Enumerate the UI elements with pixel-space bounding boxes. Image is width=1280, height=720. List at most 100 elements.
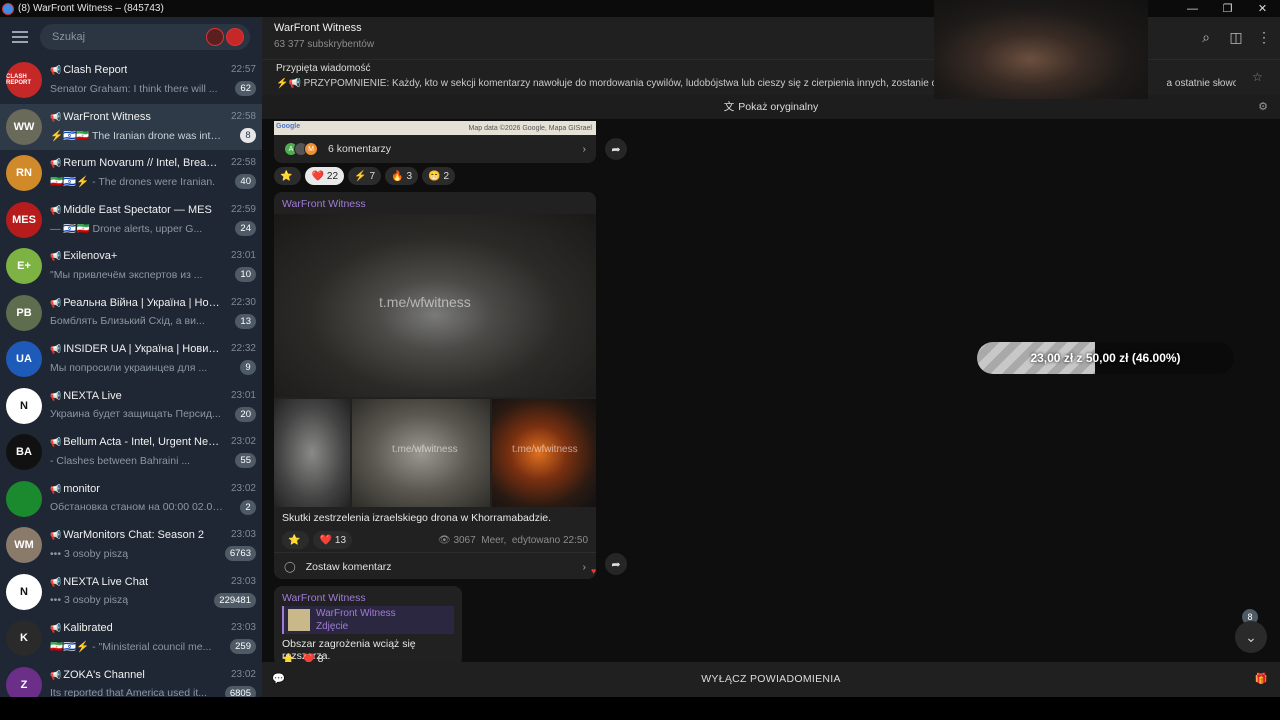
chat-avatar: Z	[6, 666, 42, 697]
search-icon[interactable]: ⌕	[1198, 29, 1214, 45]
webcam-overlay	[934, 0, 1148, 99]
leave-comment-button[interactable]: ◯ Zostaw komentarz ›	[274, 552, 596, 579]
chat-list-item[interactable]: РВ 📢 Реальна Війна | Україна | Нови... 22:3…	[0, 290, 262, 337]
comments-link[interactable]: A M 6 komentarzy ›	[274, 135, 596, 163]
share-button[interactable]: ➦	[605, 138, 627, 160]
chat-name: 📢 NEXTA Live Chat	[50, 575, 148, 588]
close-icon[interactable]: ✕	[1245, 0, 1280, 17]
translate-settings-icon[interactable]: ⚙	[1258, 95, 1268, 119]
chat-avatar: WW	[6, 108, 42, 145]
reaction-chip[interactable]: ⚡ 7	[348, 167, 382, 185]
chevron-right-icon: ›	[582, 143, 587, 155]
gift-icon[interactable]: 🎁	[1255, 662, 1268, 697]
unread-count: 20	[235, 406, 256, 422]
chat-list-item[interactable]: BA 📢 Bellum Acta - Intel, Urgent News ... 2…	[0, 429, 262, 476]
heart-icon: ♥	[591, 566, 597, 576]
more-icon[interactable]: ⋮	[1256, 29, 1272, 45]
reaction-chip[interactable]: 🔥 3	[385, 167, 419, 185]
chat-view: WarFront Witness 63 377 subskrybentów ⌕ …	[262, 0, 1280, 697]
show-original-button[interactable]: Pokaż oryginalny	[738, 101, 818, 113]
menu-icon[interactable]	[12, 31, 28, 43]
chat-name: 📢 WarFront Witness	[50, 110, 151, 123]
chat-avatar	[6, 480, 42, 517]
pin-list-icon[interactable]: ☆	[1252, 70, 1263, 84]
chat-list-item[interactable]: CLASH REPORT 📢 Clash Report 22:57 Senator Gr…	[0, 57, 262, 104]
message-bubble[interactable]: WarFront Witness t.me/wfwitness t.me/wfw…	[274, 192, 596, 579]
view-count: 3067	[453, 535, 476, 546]
chat-preview: ⚡🇮🇱🇮🇷 The Iranian drone was interc...	[50, 129, 225, 142]
chat-list-item[interactable]: E+ 📢 Exilenova+ 23:01 "Мы привлечём эксперто…	[0, 243, 262, 290]
donation-progress-bar: 23,00 zł z 50,00 zł (46.00%)	[977, 342, 1234, 374]
chat-time: 23:01	[230, 389, 256, 401]
chat-time: 22:30	[230, 296, 256, 308]
chat-list-item[interactable]: 📢 monitor 23:02 Обстановка станом на 00:00 …	[0, 476, 262, 523]
map-credit: Map data ©2026 Google, Mapa GISrael	[468, 125, 592, 132]
chat-list-item[interactable]: RN 📢 Rerum Novarum // Intel, Breakin... 22:…	[0, 150, 262, 197]
sidebar-toggle-icon[interactable]: ◫	[1228, 29, 1244, 45]
chat-list-item[interactable]: K 📢 Kalibrated 23:03 🇮🇷🇮🇱⚡ - "Ministerial co…	[0, 615, 262, 662]
taskbar-strip	[0, 697, 1280, 720]
unread-count: 40	[235, 174, 256, 190]
maximize-icon[interactable]: ❐	[1210, 0, 1245, 17]
scroll-down-button[interactable]: ⌄	[1235, 621, 1267, 653]
thumbnail-photo[interactable]	[274, 399, 350, 507]
chat-name: 📢 Bellum Acta - Intel, Urgent News ...	[50, 436, 220, 449]
chat-list-item[interactable]: MES 📢 Middle East Spectator — MES 22:59 — 🇮🇱…	[0, 197, 262, 244]
discussion-icon[interactable]: 💬	[272, 662, 285, 697]
chat-list: CLASH REPORT 📢 Clash Report 22:57 Senator Gr…	[0, 57, 262, 697]
chat-list-item[interactable]: N 📢 NEXTA Live 23:01 Украина будет защищать …	[0, 383, 262, 430]
reaction-chip[interactable]: ⭐	[274, 167, 302, 185]
chat-name: 📢 Rerum Novarum // Intel, Breakin...	[50, 157, 220, 170]
channel-icon: 📢	[50, 297, 62, 308]
chat-preview: ••• 3 osoby piszą	[50, 594, 129, 607]
chat-time: 22:58	[230, 110, 256, 122]
search-placeholder: Szukaj	[52, 31, 86, 43]
message-sender[interactable]: WarFront Witness	[274, 192, 596, 216]
reply-thumbnail	[288, 609, 310, 631]
unread-count: 9	[240, 360, 256, 376]
channel-icon: 📢	[50, 390, 62, 401]
unread-count: 10	[235, 267, 256, 283]
chat-preview: Бомблять Близький Схід, а ви...	[50, 315, 205, 328]
search-input[interactable]: Szukaj	[40, 24, 250, 50]
chat-list-item[interactable]: Z 📢 ZOKA's Channel 23:02 Its reported that A…	[0, 662, 262, 697]
share-button[interactable]: ➦	[605, 553, 627, 575]
reaction-chip[interactable]: ❤️ 13	[313, 531, 353, 549]
channel-icon: 📢	[50, 483, 62, 494]
reply-preview[interactable]: WarFront Witness Zdjęcie	[282, 606, 454, 634]
mute-button[interactable]: WYŁĄCZ POWIADOMIENIA	[701, 673, 841, 685]
chat-list-item[interactable]: UA 📢 INSIDER UA | Україна | Новини 22:32 Мы …	[0, 336, 262, 383]
reaction-chip[interactable]: 😁 2	[422, 167, 456, 185]
chat-time: 22:58	[230, 157, 256, 169]
story-avatar[interactable]	[206, 28, 224, 46]
chat-list-item[interactable]: WM 📢 WarMonitors Chat: Season 2 23:03 ••• 3 …	[0, 522, 262, 569]
unread-count: 62	[235, 81, 256, 97]
thumbnail-photo[interactable]: t.me/wfwitness	[492, 399, 596, 507]
reaction-chip[interactable]: ❤️ 22	[305, 167, 345, 185]
chat-preview: ••• 3 osoby piszą	[50, 547, 129, 560]
chat-preview: Украина будет защищать Персид...	[50, 408, 221, 421]
chat-preview: — 🇮🇱🇮🇷 Drone alerts, upper G...	[50, 222, 203, 235]
message-bubble[interactable]: WarFront Witness WarFront Witness Zdjęci…	[274, 586, 462, 666]
story-avatar[interactable]	[226, 28, 244, 46]
channel-icon: 📢	[50, 251, 62, 262]
chat-avatar: RN	[6, 155, 42, 192]
reaction-chip[interactable]: ⭐	[282, 531, 310, 549]
chat-list-item[interactable]: WW 📢 WarFront Witness 22:58 ⚡🇮🇱🇮🇷 The Irania…	[0, 103, 262, 150]
post1-reactions: ⭐ ❤️ 22 ⚡ 7 🔥 3 😁 2	[274, 167, 456, 185]
thumbnail-photo[interactable]: t.me/wfwitness	[352, 399, 490, 507]
chat-preview: 🇮🇷🇮🇱⚡ - The drones were Iranian.	[50, 176, 216, 189]
mute-notifications-bar[interactable]: 💬 WYŁĄCZ POWIADOMIENIA 🎁	[262, 662, 1280, 697]
chat-time: 23:03	[230, 622, 256, 634]
map-image[interactable]: Google Map data ©2026 Google, Mapa GISra…	[274, 121, 596, 135]
chat-time: 22:59	[230, 203, 256, 215]
message-sender[interactable]: WarFront Witness	[274, 586, 462, 606]
chat-preview: Its reported that America used it...	[50, 687, 207, 697]
drone-wreck-photo[interactable]: t.me/wfwitness	[274, 214, 596, 397]
telegram-app-icon	[2, 2, 14, 15]
minimize-icon[interactable]: —	[1175, 0, 1210, 17]
chat-list-item[interactable]: N 📢 NEXTA Live Chat 23:03 ••• 3 osoby piszą 2…	[0, 569, 262, 616]
chat-time: 23:02	[230, 668, 256, 680]
chat-avatar: K	[6, 620, 42, 657]
post2-reactions: ⭐ ❤️ 13	[282, 531, 353, 549]
